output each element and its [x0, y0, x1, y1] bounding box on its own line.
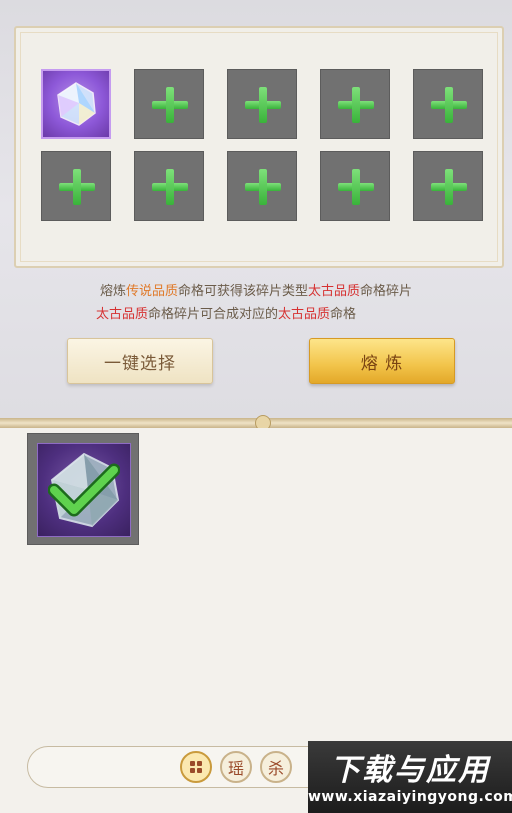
filter-yao-button[interactable]: 瑶 — [220, 751, 252, 783]
smelt-description-line-1: 熔炼传说品质命格可获得该碎片类型太古品质命格碎片 — [99, 284, 413, 299]
material-slot-panel — [14, 26, 504, 268]
one-click-select-button[interactable]: 一键选择 — [67, 338, 213, 384]
legendary-fate-crystal-icon — [57, 82, 96, 126]
slot-3[interactable] — [227, 69, 297, 139]
selected-check-icon — [48, 463, 120, 517]
slot-8[interactable] — [227, 151, 297, 221]
slot-9[interactable] — [320, 151, 390, 221]
watermark-title: 下载与应用 — [330, 753, 490, 788]
slot-4[interactable] — [320, 69, 390, 139]
slot-2[interactable] — [134, 69, 204, 139]
watermark-url: www.xiazaiyingyong.com — [308, 789, 512, 805]
slot-10[interactable] — [413, 151, 483, 221]
filter-sha-button[interactable]: 杀 — [260, 751, 292, 783]
site-watermark: 下载与应用 www.xiazaiyingyong.com — [308, 741, 512, 813]
smelt-button[interactable]: 熔 炼 — [309, 338, 455, 384]
inventory-item — [37, 443, 131, 537]
slot-7[interactable] — [134, 151, 204, 221]
smelt-description-line-2: 太古品质命格碎片可合成对应的太古品质命格 — [95, 307, 357, 322]
slot-6[interactable] — [41, 151, 111, 221]
inventory-item-slot[interactable] — [27, 433, 139, 545]
grid-icon — [190, 761, 202, 773]
filter-all-button[interactable] — [180, 751, 212, 783]
slot-1[interactable] — [41, 69, 111, 139]
slot-5[interactable] — [413, 69, 483, 139]
